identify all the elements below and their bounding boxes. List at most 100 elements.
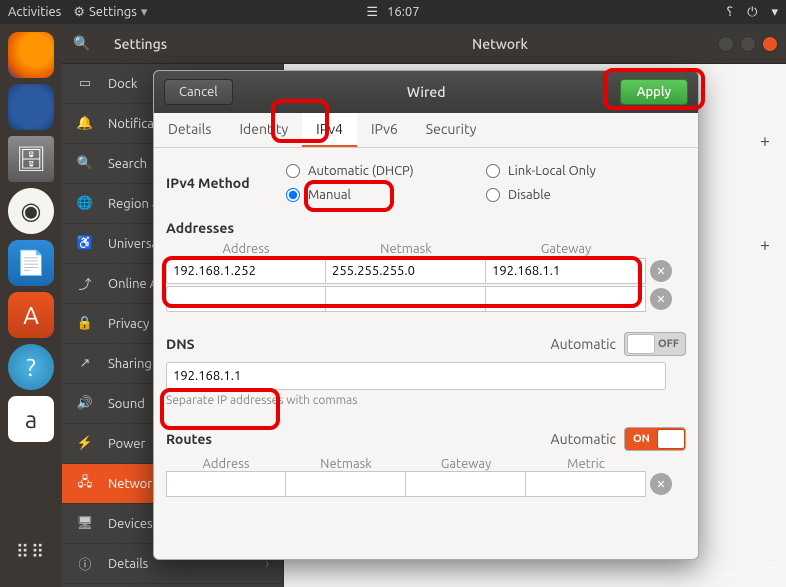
radio-automatic[interactable]: Automatic (DHCP) bbox=[286, 164, 486, 178]
gear-icon: ⚙ bbox=[73, 5, 85, 20]
network-title: Network bbox=[282, 36, 718, 52]
add-vpn-button[interactable]: + bbox=[754, 234, 776, 256]
tab-details[interactable]: Details bbox=[154, 113, 225, 147]
close-button[interactable] bbox=[762, 36, 778, 52]
clear-route-button[interactable]: ✕ bbox=[650, 473, 672, 495]
tab-ipv4[interactable]: IPv4 bbox=[302, 113, 357, 147]
help-icon[interactable]: ⸮ bbox=[726, 5, 733, 20]
route-metric-input[interactable] bbox=[526, 471, 646, 497]
dialog-title: Wired bbox=[233, 84, 620, 100]
gateway-input[interactable] bbox=[486, 286, 646, 312]
settings-title: Settings bbox=[102, 36, 282, 52]
radio-linklocal-label: Link-Local Only bbox=[508, 164, 596, 178]
sidebar-icon: 🌐 bbox=[76, 196, 94, 211]
clock[interactable]: ☰ 16:07 bbox=[366, 5, 419, 20]
radio-manual-label: Manual bbox=[308, 188, 351, 202]
radio-linklocal[interactable]: Link-Local Only bbox=[486, 164, 686, 178]
gateway-input[interactable] bbox=[486, 258, 646, 284]
address-row: ✕ bbox=[166, 286, 686, 312]
sidebar-icon: ↗ bbox=[76, 356, 94, 371]
dropdown-icon[interactable]: ▾ bbox=[771, 5, 778, 20]
radio-linklocal-input[interactable] bbox=[486, 164, 500, 178]
clock-icon: ☰ bbox=[366, 5, 378, 19]
maximize-button[interactable] bbox=[740, 36, 756, 52]
activities-button[interactable]: Activities bbox=[8, 5, 61, 19]
sidebar-icon: 🔍 bbox=[76, 156, 94, 171]
header-route-netmask: Netmask bbox=[286, 457, 406, 471]
sidebar-item-label: Network bbox=[108, 477, 159, 491]
dock-thunderbird-icon[interactable] bbox=[8, 84, 54, 130]
radio-disable[interactable]: Disable bbox=[486, 188, 686, 202]
dock-files-icon[interactable]: 🗄 bbox=[8, 136, 54, 182]
sidebar-icon: ♿ bbox=[76, 236, 94, 251]
address-input[interactable] bbox=[166, 258, 326, 284]
radio-manual-input[interactable] bbox=[286, 188, 300, 202]
route-netmask-input[interactable] bbox=[286, 471, 406, 497]
header-netmask: Netmask bbox=[326, 242, 486, 256]
addresses-title: Addresses bbox=[166, 220, 686, 236]
minimize-button[interactable] bbox=[718, 36, 734, 52]
dns-input[interactable] bbox=[166, 362, 666, 390]
address-row: ✕ bbox=[166, 258, 686, 284]
toggle-off-label: OFF bbox=[658, 338, 679, 350]
dns-automatic-label: Automatic bbox=[551, 336, 616, 352]
apply-button[interactable]: Apply bbox=[620, 79, 688, 105]
radio-automatic-label: Automatic (DHCP) bbox=[308, 164, 414, 178]
sidebar-icon: 🔊 bbox=[76, 396, 94, 411]
ipv4-method-label: IPv4 Method bbox=[166, 175, 286, 191]
dns-title: DNS bbox=[166, 336, 551, 352]
address-input[interactable] bbox=[166, 286, 326, 312]
routes-title: Routes bbox=[166, 431, 551, 447]
sidebar-item-label: Privacy bbox=[108, 317, 149, 331]
sidebar-item-label: Dock bbox=[108, 77, 137, 91]
sidebar-item-label: Devices bbox=[108, 517, 153, 531]
dock-rhythmbox-icon[interactable]: ◉ bbox=[8, 188, 54, 234]
cancel-button[interactable]: Cancel bbox=[164, 79, 233, 105]
sidebar-icon: ⤴ bbox=[76, 274, 94, 293]
radio-automatic-input[interactable] bbox=[286, 164, 300, 178]
header-route-metric: Metric bbox=[526, 457, 646, 471]
sidebar-icon: ⓘ bbox=[76, 554, 94, 573]
header-route-gateway: Gateway bbox=[406, 457, 526, 471]
dns-automatic-toggle[interactable]: OFF bbox=[624, 332, 686, 356]
sidebar-icon: 🔒 bbox=[76, 316, 94, 331]
sidebar-icon: ▭ bbox=[76, 76, 94, 91]
sidebar-item-label: Power bbox=[108, 437, 145, 451]
tab-ipv6[interactable]: IPv6 bbox=[357, 113, 412, 147]
netmask-input[interactable] bbox=[326, 258, 486, 284]
dock-software-icon[interactable]: A bbox=[8, 292, 54, 338]
dock-help-icon[interactable]: ? bbox=[8, 344, 54, 390]
add-wired-button[interactable]: + bbox=[754, 130, 776, 152]
power-icon[interactable]: ⏻ bbox=[747, 5, 757, 20]
status-area[interactable]: ⸮ ⏻ ▾ bbox=[726, 5, 778, 20]
sidebar-icon: 🖥 bbox=[76, 516, 94, 531]
sidebar-icon: 🔔 bbox=[76, 116, 94, 131]
route-address-input[interactable] bbox=[166, 471, 286, 497]
ipv4-panel: IPv4 Method Automatic (DHCP) Link-Local … bbox=[154, 148, 698, 560]
dock-amazon-icon[interactable]: a bbox=[8, 396, 54, 442]
dock-show-apps-icon[interactable]: ⠿⠿ bbox=[8, 529, 54, 575]
dock-firefox-icon[interactable] bbox=[8, 32, 54, 78]
settings-header: 🔍 Settings Network bbox=[62, 24, 786, 64]
dock: 🗄 ◉ 📄 A ? a ⠿⠿ bbox=[0, 24, 62, 587]
tab-security[interactable]: Security bbox=[412, 113, 491, 147]
header-gateway: Gateway bbox=[486, 242, 646, 256]
tab-identity[interactable]: Identity bbox=[225, 113, 302, 147]
radio-manual[interactable]: Manual bbox=[286, 188, 486, 202]
settings-menu[interactable]: Settings bbox=[89, 5, 137, 19]
search-button[interactable]: 🔍 bbox=[62, 35, 102, 52]
clear-row-button[interactable]: ✕ bbox=[650, 260, 672, 282]
clear-row-button[interactable]: ✕ bbox=[650, 288, 672, 310]
clock-time: 16:07 bbox=[387, 5, 420, 19]
netmask-input[interactable] bbox=[326, 286, 486, 312]
header-route-address: Address bbox=[166, 457, 286, 471]
sidebar-icon: 🖧 bbox=[76, 473, 94, 495]
sidebar-item-label: Sound bbox=[108, 397, 145, 411]
dns-hint: Separate IP addresses with commas bbox=[166, 394, 686, 407]
sidebar-item-label: Search bbox=[108, 157, 147, 171]
route-gateway-input[interactable] bbox=[406, 471, 526, 497]
routes-automatic-toggle[interactable]: ON bbox=[624, 427, 686, 451]
radio-disable-label: Disable bbox=[508, 188, 551, 202]
radio-disable-input[interactable] bbox=[486, 188, 500, 202]
dock-writer-icon[interactable]: 📄 bbox=[8, 240, 54, 286]
